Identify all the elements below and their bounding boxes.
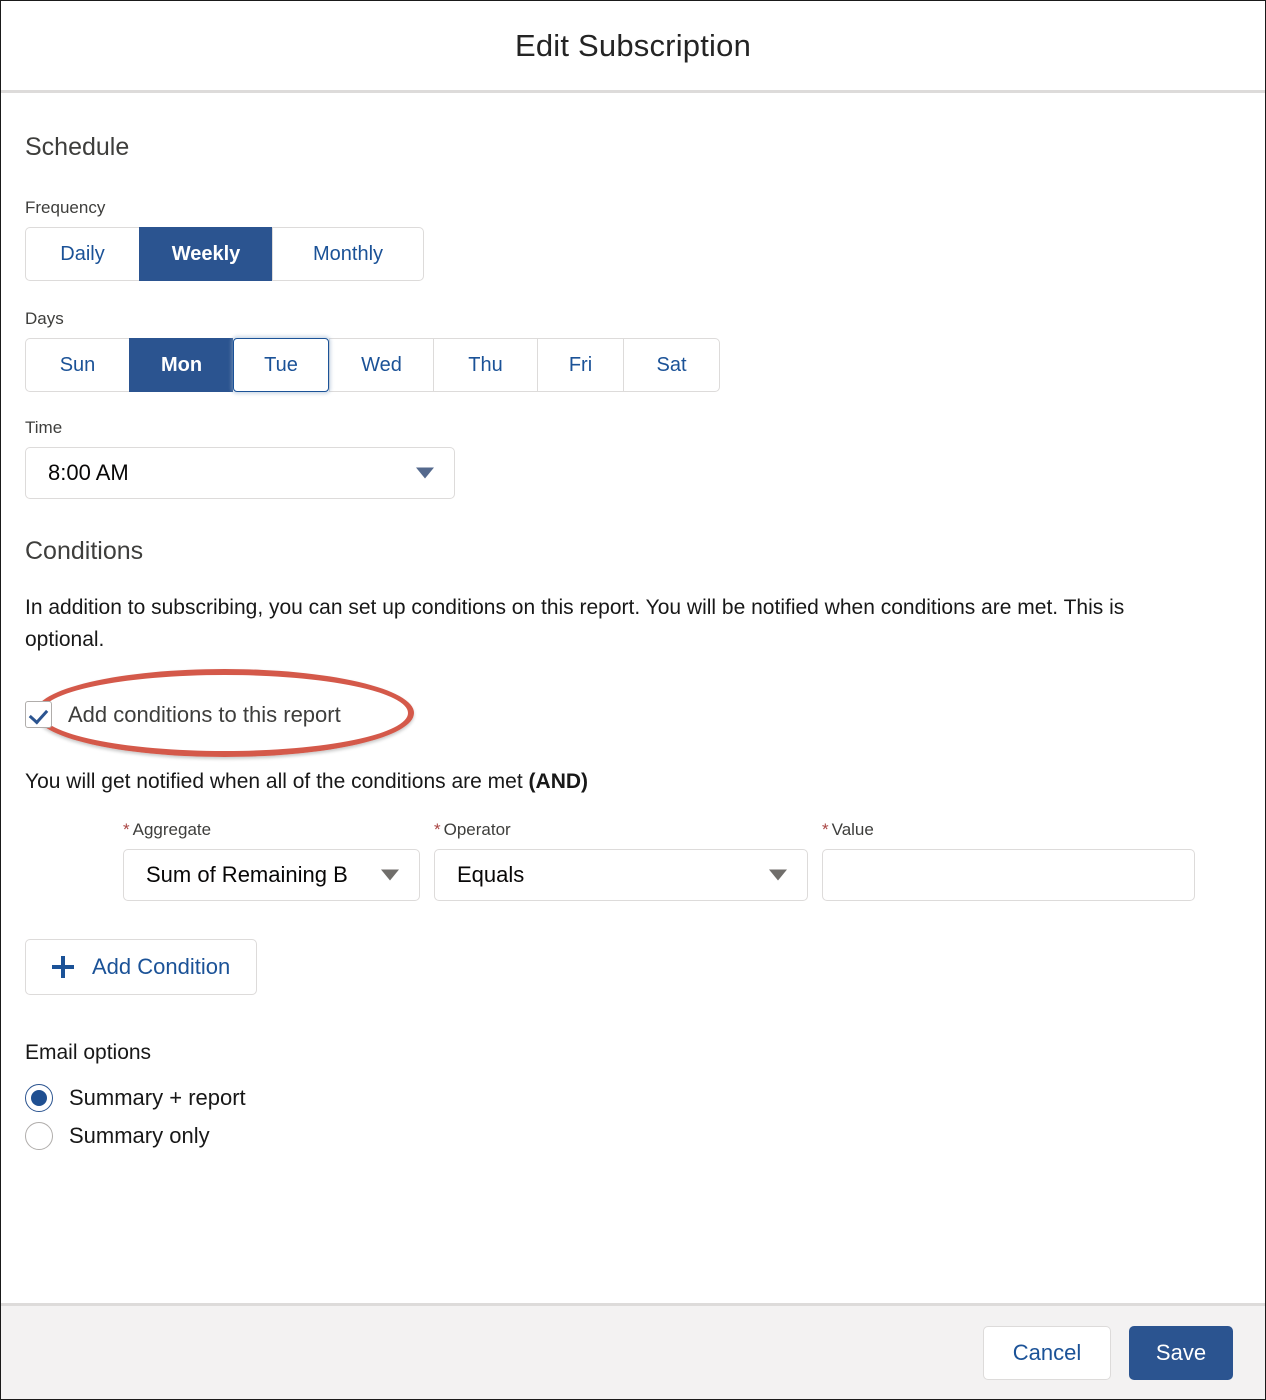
time-select[interactable]: 8:00 AM bbox=[25, 447, 455, 499]
day-option-tue[interactable]: Tue bbox=[233, 338, 329, 392]
time-label: Time bbox=[25, 418, 63, 437]
aggregate-label-text: Aggregate bbox=[132, 819, 212, 839]
radio-summary-only[interactable] bbox=[25, 1121, 53, 1150]
email-option-label[interactable]: Summary only bbox=[69, 1123, 210, 1149]
aggregate-field: * Aggregate Sum of Remaining B bbox=[123, 820, 420, 901]
required-marker: * bbox=[822, 819, 829, 839]
add-conditions-checkbox-label[interactable]: Add conditions to this report bbox=[68, 702, 341, 728]
add-condition-wrapper: Add Condition bbox=[25, 938, 1241, 995]
day-option-mon[interactable]: Mon bbox=[129, 338, 233, 392]
add-conditions-checkbox[interactable] bbox=[25, 701, 52, 729]
aggregate-selected-value: Sum of Remaining B bbox=[146, 861, 348, 887]
page-title: Edit Subscription bbox=[514, 27, 752, 63]
radio-summary-report[interactable] bbox=[25, 1083, 53, 1112]
operator-label-text: Operator bbox=[443, 819, 511, 839]
chevron-down-icon bbox=[416, 467, 434, 479]
schedule-section-heading: Schedule bbox=[25, 133, 130, 161]
chevron-down-icon bbox=[381, 869, 399, 881]
email-options-heading: Email options bbox=[25, 1040, 152, 1064]
add-condition-label: Add Condition bbox=[92, 953, 231, 979]
frequency-option-daily[interactable]: Daily bbox=[25, 227, 139, 281]
cancel-button[interactable]: Cancel bbox=[983, 1325, 1111, 1380]
modal-header: Edit Subscription bbox=[1, 1, 1265, 93]
operator-label: * Operator bbox=[434, 820, 808, 840]
days-button-group: Sun Mon Tue Wed Thu Fri Sat bbox=[25, 338, 720, 392]
conditions-section-heading: Conditions bbox=[25, 537, 144, 565]
day-option-sun[interactable]: Sun bbox=[25, 338, 129, 392]
day-option-thu[interactable]: Thu bbox=[433, 338, 537, 392]
day-option-wed[interactable]: Wed bbox=[329, 338, 433, 392]
value-label-text: Value bbox=[831, 819, 874, 839]
email-option-label[interactable]: Summary + report bbox=[69, 1085, 246, 1111]
conditions-logic-prefix: You will get notified when all of the co… bbox=[25, 769, 529, 793]
plus-icon bbox=[52, 955, 74, 978]
value-field-wrapper: * Value bbox=[822, 820, 1195, 901]
modal-footer: Cancel Save bbox=[1, 1303, 1265, 1399]
add-condition-button[interactable]: Add Condition bbox=[25, 938, 258, 995]
required-marker: * bbox=[123, 819, 130, 839]
value-label: * Value bbox=[822, 820, 1195, 840]
day-option-sat[interactable]: Sat bbox=[623, 338, 720, 392]
modal-body: Schedule Frequency Daily Weekly Monthly … bbox=[1, 93, 1265, 1303]
time-selected-value: 8:00 AM bbox=[48, 460, 129, 485]
days-label: Days bbox=[25, 309, 64, 328]
email-option-summary-report[interactable]: Summary + report bbox=[25, 1079, 1241, 1117]
frequency-button-group: Daily Weekly Monthly bbox=[25, 227, 424, 281]
save-button[interactable]: Save bbox=[1129, 1325, 1233, 1380]
email-option-summary-only[interactable]: Summary only bbox=[25, 1117, 1241, 1155]
conditions-logic-text: You will get notified when all of the co… bbox=[25, 770, 1241, 794]
aggregate-select[interactable]: Sum of Remaining B bbox=[123, 848, 420, 901]
condition-row: * Aggregate Sum of Remaining B * Operator … bbox=[25, 820, 1241, 901]
frequency-label: Frequency bbox=[25, 198, 106, 217]
edit-subscription-modal: Edit Subscription Schedule Frequency Dai… bbox=[0, 0, 1266, 1400]
operator-field: * Operator Equals bbox=[434, 820, 808, 901]
frequency-option-weekly[interactable]: Weekly bbox=[139, 227, 272, 281]
frequency-option-monthly[interactable]: Monthly bbox=[272, 227, 424, 281]
value-input[interactable] bbox=[822, 848, 1195, 901]
operator-select[interactable]: Equals bbox=[434, 848, 808, 901]
required-marker: * bbox=[434, 819, 441, 839]
day-option-fri[interactable]: Fri bbox=[537, 338, 623, 392]
conditions-logic-operator: (AND) bbox=[528, 769, 589, 793]
aggregate-label: * Aggregate bbox=[123, 820, 420, 840]
operator-selected-value: Equals bbox=[457, 861, 525, 887]
conditions-description: In addition to subscribing, you can set … bbox=[25, 596, 1125, 651]
chevron-down-icon bbox=[769, 869, 787, 881]
add-conditions-checkbox-row[interactable]: Add conditions to this report bbox=[25, 668, 1241, 757]
